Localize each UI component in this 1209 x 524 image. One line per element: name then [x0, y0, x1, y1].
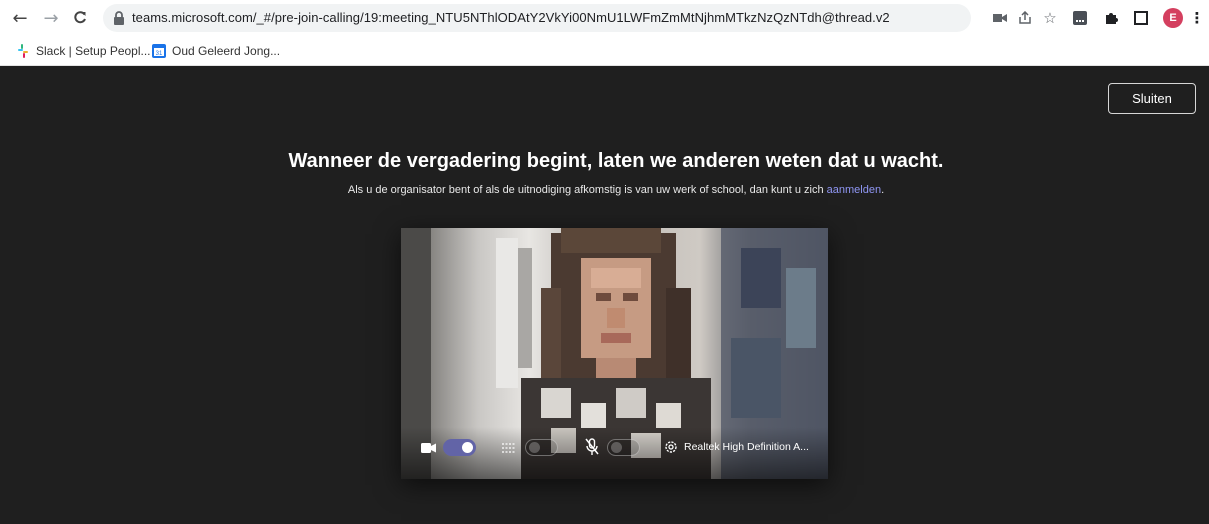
extension-icon[interactable]	[1070, 8, 1090, 28]
side-panel-icon[interactable]	[1131, 8, 1151, 28]
background-effects-icon	[502, 443, 516, 453]
svg-text:31: 31	[156, 51, 163, 57]
share-icon[interactable]	[1015, 8, 1035, 28]
bookmark-label: Slack | Setup Peopl...	[36, 44, 151, 58]
close-button[interactable]: Sluiten	[1108, 83, 1196, 114]
bookmark-slack[interactable]: Slack | Setup Peopl...	[16, 42, 151, 60]
camera-toggle[interactable]	[443, 439, 476, 456]
reload-icon[interactable]	[68, 6, 92, 30]
subtitle-end: .	[881, 184, 885, 196]
background-blur-toggle[interactable]	[525, 439, 558, 456]
video-preview: Realtek High Definition A...	[401, 228, 828, 479]
browser-toolbar: ← → teams.microsoft.com/_#/pre-join-call…	[0, 0, 1209, 36]
calendar-icon: 31	[152, 44, 166, 58]
gear-icon[interactable]	[663, 439, 679, 455]
teams-prejoin-page: Sluiten Wanneer de vergadering begint, l…	[0, 66, 1209, 524]
puzzle-icon[interactable]	[1101, 8, 1121, 28]
back-arrow-icon[interactable]: ←	[8, 6, 32, 30]
camera-icon	[421, 443, 436, 453]
profile-avatar[interactable]: E	[1163, 8, 1183, 28]
sign-in-link[interactable]: aanmelden	[827, 184, 881, 196]
camera-in-use-icon[interactable]	[990, 8, 1010, 28]
bookmark-oud-geleerd[interactable]: 31 Oud Geleerd Jong...	[152, 42, 280, 60]
address-bar[interactable]: teams.microsoft.com/_#/pre-join-calling/…	[103, 4, 971, 32]
slack-icon	[18, 44, 28, 58]
url-text: teams.microsoft.com/_#/pre-join-calling/…	[132, 10, 890, 25]
bookmark-label: Oud Geleerd Jong...	[172, 44, 281, 58]
microphone-toggle[interactable]	[607, 439, 640, 456]
microphone-off-icon	[585, 438, 599, 455]
page-subtitle: Als u de organisator bent of als de uitn…	[0, 184, 1209, 196]
star-icon[interactable]: ☆	[1040, 8, 1060, 28]
subtitle-text: Als u de organisator bent of als de uitn…	[347, 184, 827, 196]
menu-kebab-icon[interactable]: ⋮	[1190, 8, 1205, 28]
bookmarks-bar: Slack | Setup Peopl... 31 Oud Geleerd Jo…	[0, 36, 1209, 66]
page-title: Wanneer de vergadering begint, laten we …	[288, 150, 944, 172]
audio-device-label[interactable]: Realtek High Definition A...	[684, 441, 809, 453]
forward-arrow-icon[interactable]: →	[39, 6, 63, 30]
lock-icon	[114, 11, 124, 25]
